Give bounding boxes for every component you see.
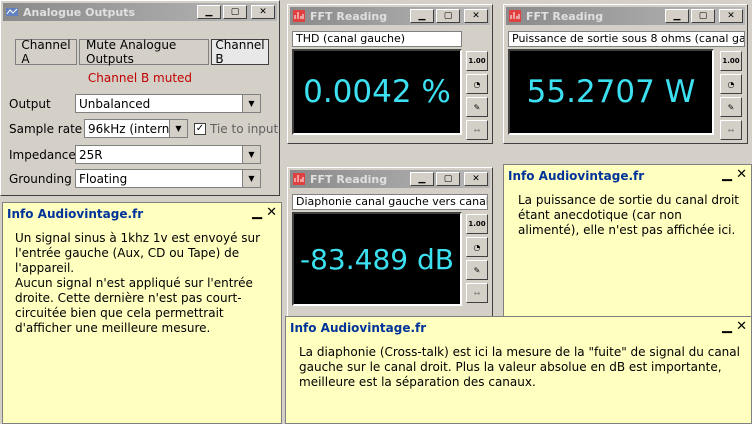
- fft-titlebar[interactable]: FFT Reading ▁ ▢ ✕: [290, 7, 490, 25]
- minimize-button[interactable]: ▁: [410, 9, 434, 23]
- grounding-select[interactable]: Floating ▼: [75, 169, 261, 188]
- close-button[interactable]: ✕: [719, 9, 743, 23]
- impedance-label: Impedance: [9, 147, 76, 162]
- edit-icon[interactable]: ✎: [466, 260, 488, 280]
- arrows-icon[interactable]: ↔: [720, 120, 742, 140]
- arrows-icon[interactable]: ↔: [466, 120, 488, 140]
- info-body: La puissance de sortie du canal droit ét…: [518, 193, 740, 237]
- info-title: Info Audiovintage.fr: [290, 321, 427, 335]
- impedance-value: 25R: [79, 147, 103, 162]
- maximize-button[interactable]: ▢: [436, 172, 460, 186]
- scale-button[interactable]: 1.00: [720, 51, 742, 71]
- edit-icon[interactable]: ✎: [466, 97, 488, 117]
- output-label: Output: [9, 96, 51, 111]
- analogue-outputs-title: Analogue Outputs: [23, 5, 136, 19]
- fft-titlebar[interactable]: FFT Reading ▁ ▢ ✕: [506, 7, 745, 25]
- fft-title: FFT Reading: [310, 9, 388, 23]
- tab-channel-b[interactable]: Channel B: [211, 38, 269, 66]
- tab-mute-analogue-outputs[interactable]: Mute Analogue Outputs: [79, 38, 209, 66]
- fft-icon: [293, 173, 305, 185]
- info-title: Info Audiovintage.fr: [508, 169, 645, 183]
- impedance-select[interactable]: 25R ▼: [75, 145, 261, 164]
- scale-button[interactable]: 1.00: [466, 214, 488, 234]
- info-panel-signal: Info Audiovintage.fr ▁ ✕ Un signal sinus…: [2, 202, 282, 424]
- chevron-down-icon[interactable]: ▼: [169, 120, 187, 137]
- fft-value-display: 55.2707 W: [508, 49, 714, 135]
- maximize-button[interactable]: ▢: [223, 5, 247, 19]
- fft-reading-window-crosstalk: FFT Reading ▁ ▢ ✕ Diaphonie canal gauche…: [287, 167, 493, 317]
- close-button[interactable]: ✕: [251, 5, 275, 19]
- minimize-close-icons[interactable]: ▁ ✕: [722, 167, 747, 182]
- edit-icon[interactable]: ✎: [720, 97, 742, 117]
- close-button[interactable]: ✕: [464, 172, 488, 186]
- scale-button[interactable]: 1.00: [466, 51, 488, 71]
- fft-title: FFT Reading: [310, 172, 388, 186]
- info-body: La diaphonie (Cross-talk) est ici la mes…: [299, 345, 740, 389]
- tie-to-input-checkbox[interactable]: ✓: [194, 122, 206, 135]
- gauge-icon[interactable]: ◔: [466, 237, 488, 257]
- close-button[interactable]: ✕: [464, 9, 488, 23]
- minimize-button[interactable]: ▁: [410, 172, 434, 186]
- minimize-button[interactable]: ▁: [665, 9, 689, 23]
- sample-rate-select[interactable]: 96kHz (internal) ▼: [84, 119, 188, 138]
- fft-measure-label: Puissance de sortie sous 8 ohms (canal g…: [508, 31, 745, 47]
- arrows-icon[interactable]: ↔: [466, 283, 488, 303]
- sample-rate-label: Sample rate: [9, 121, 83, 136]
- chevron-down-icon[interactable]: ▼: [242, 146, 260, 163]
- minimize-close-icons[interactable]: ▁ ✕: [722, 319, 747, 334]
- maximize-button[interactable]: ▢: [436, 9, 460, 23]
- fft-measure-label: THD (canal gauche): [292, 31, 462, 47]
- fft-value-display: 0.0042 %: [292, 49, 462, 135]
- fft-icon: [293, 10, 305, 22]
- tab-channel-a[interactable]: Channel A: [15, 38, 77, 66]
- tie-to-input-label: Tie to input: [210, 121, 279, 136]
- minimize-button[interactable]: ▁: [197, 5, 221, 19]
- output-value: Unbalanced: [79, 96, 151, 111]
- grounding-label: Grounding: [9, 171, 72, 186]
- fft-measure-label: Diaphonie canal gauche vers canal droit: [292, 194, 488, 210]
- fft-value-display: -83.489 dB: [292, 212, 462, 306]
- chevron-down-icon[interactable]: ▼: [242, 95, 260, 112]
- info-panel-power: Info Audiovintage.fr ▁ ✕ La puissance de…: [503, 164, 752, 318]
- fft-icon: [509, 10, 521, 22]
- info-body: Un signal sinus à 1khz 1v est envoyé sur…: [15, 231, 261, 335]
- fft-title: FFT Reading: [526, 9, 604, 23]
- app-icon: [6, 8, 18, 16]
- fft-reading-window-thd: FFT Reading ▁ ▢ ✕ THD (canal gauche) 0.0…: [287, 4, 493, 144]
- gauge-icon[interactable]: ◔: [720, 74, 742, 94]
- maximize-button[interactable]: ▢: [691, 9, 715, 23]
- chevron-down-icon[interactable]: ▼: [242, 170, 260, 187]
- info-title: Info Audiovintage.fr: [7, 207, 144, 221]
- analogue-outputs-titlebar[interactable]: Analogue Outputs ▁ ▢ ✕: [3, 3, 277, 21]
- fft-titlebar[interactable]: FFT Reading ▁ ▢ ✕: [290, 170, 490, 188]
- info-panel-crosstalk: Info Audiovintage.fr ▁ ✕ La diaphonie (C…: [285, 316, 752, 424]
- gauge-icon[interactable]: ◔: [466, 74, 488, 94]
- grounding-value: Floating: [79, 171, 128, 186]
- fft-reading-window-power: FFT Reading ▁ ▢ ✕ Puissance de sortie so…: [503, 4, 748, 144]
- channel-status: Channel B muted: [87, 71, 193, 85]
- minimize-close-icons[interactable]: ▁ ✕: [252, 205, 277, 220]
- output-select[interactable]: Unbalanced ▼: [75, 94, 261, 113]
- analogue-outputs-window: Analogue Outputs ▁ ▢ ✕ Channel A Mute An…: [0, 0, 280, 196]
